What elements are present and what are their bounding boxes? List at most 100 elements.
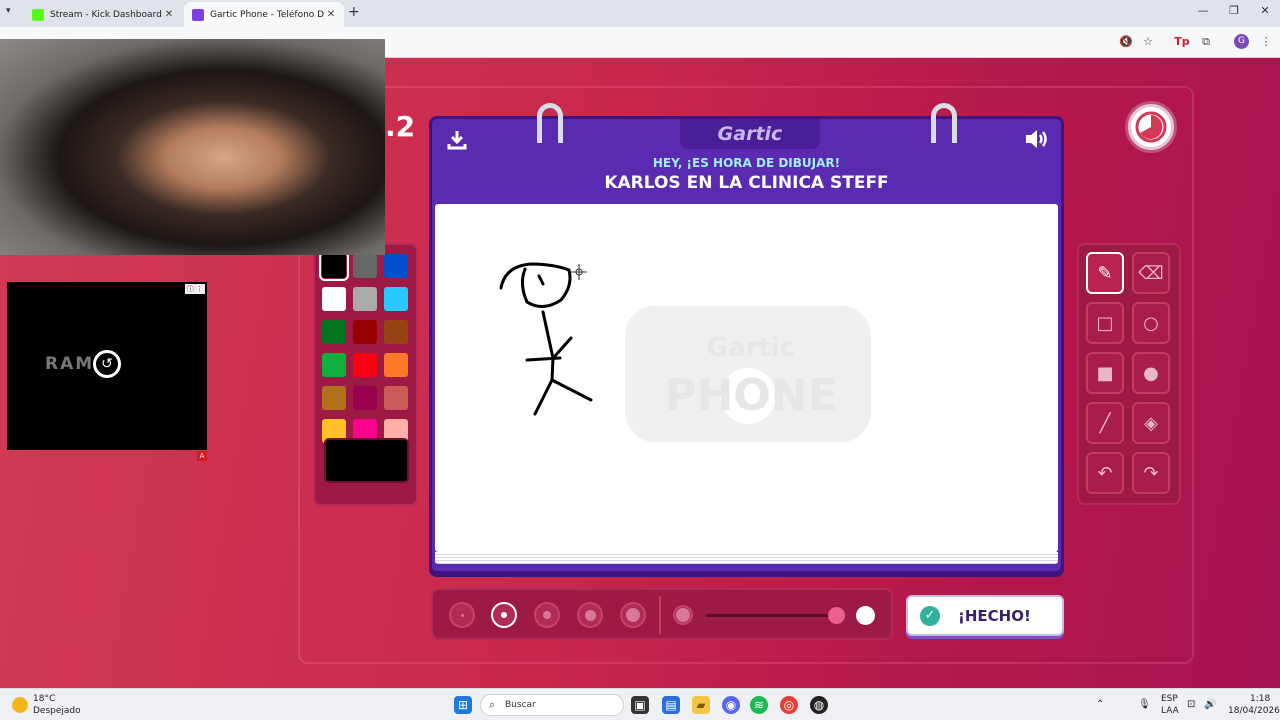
bookmark-star-icon[interactable]: ☆ [1140,35,1156,48]
pen-tool-icon[interactable]: ✎ [1086,252,1124,294]
color-swatch-gray[interactable] [353,287,377,311]
maximize-button[interactable]: ❐ [1219,4,1249,17]
opacity-low-icon [673,605,693,625]
minimize-button[interactable]: — [1188,4,1218,17]
replay-icon[interactable]: ↺ [93,350,121,378]
color-swatch-brown[interactable] [384,320,408,344]
current-color-preview[interactable] [324,438,409,483]
color-swatch-orange[interactable] [384,353,408,377]
drawing-canvas[interactable]: Gartic PHONE [435,204,1058,552]
line-tool-icon[interactable]: ╱ [1086,402,1124,444]
color-swatch-plum[interactable] [353,386,377,410]
drawing-notebook: Gartic HEY, ¡ES HORA DE DIBUJAR! KARLOS … [429,103,1064,574]
fill-bucket-tool-icon[interactable]: ◈ [1132,402,1170,444]
tab-search-icon[interactable]: ▾ [6,6,11,16]
notebook-pages [435,552,1058,564]
color-swatch-black[interactable] [319,251,349,281]
tab-kick-dashboard[interactable]: Stream - Kick Dashboard ✕ [24,2,182,27]
gartic-favicon-icon [192,8,204,21]
discord-icon[interactable]: ◉ [722,696,740,714]
color-swatch-cyan[interactable] [384,287,408,311]
windows-start-icon[interactable]: ⊞ [454,696,472,714]
eraser-tool-icon[interactable]: ⌫ [1132,252,1170,294]
ad-badge: A [197,451,207,461]
steam-icon[interactable]: ◍ [810,696,828,714]
color-swatch-salmon[interactable] [384,386,408,410]
tool-panel: ✎ ⌫ □ ○ ■ ● ╱ ◈ ↶ ↷ [1077,243,1181,505]
brush-size-1[interactable] [449,602,475,628]
chrome-icon[interactable]: ◎ [780,696,798,714]
color-swatch-red[interactable] [353,353,377,377]
gartic-logo: Gartic [680,119,820,149]
new-tab-button[interactable]: + [348,4,360,20]
advertisement-video[interactable]: RAM ↺ [7,282,207,450]
opacity-high-icon [856,606,875,625]
rectangle-outline-tool-icon[interactable]: □ [1086,302,1124,344]
color-palette [313,243,418,506]
webcam-overlay [0,39,385,255]
search-icon: ⌕ [489,698,496,711]
microphone-icon[interactable]: 🎙 [1138,699,1151,710]
opacity-slider-handle[interactable] [828,607,845,624]
brush-size-2[interactable] [491,602,517,628]
drawing-prompt: KARLOS EN LA CLINICA STEFF [604,173,889,193]
brush-size-4[interactable] [577,602,603,628]
mute-site-icon[interactable]: 🔇 [1118,35,1134,48]
color-swatch-blue[interactable] [384,254,408,278]
search-placeholder: Buscar [505,700,536,710]
download-icon[interactable] [446,129,468,156]
notebook-ring-left [537,103,563,143]
windows-taskbar: 18°C Despejado ⊞ ⌕ Buscar ▣ ▤ ▰ ◉ ≋ ◎ ◍ … [0,688,1280,720]
ellipse-fill-tool-icon[interactable]: ● [1132,352,1170,394]
language-code[interactable]: ESP [1161,694,1178,704]
redo-icon[interactable]: ↷ [1132,452,1170,494]
file-explorer-icon[interactable]: ▰ [692,696,710,714]
stick-figure-drawing [499,262,593,416]
task-view-icon[interactable]: ▣ [631,696,649,714]
weather-description: Despejado [33,706,81,716]
color-swatch-green[interactable] [322,353,346,377]
done-label: ¡HECHO! [958,606,1031,625]
round-number: .2 [385,110,416,143]
brush-size-3[interactable] [534,602,560,628]
tab-title: Stream - Kick Dashboard [50,9,162,20]
notebook-ring-right [931,103,957,143]
color-swatch-white[interactable] [322,287,346,311]
color-swatch-dark-gray[interactable] [353,254,377,278]
clock-date[interactable]: 18/04/2026 [1228,706,1280,716]
tab-gartic-phone[interactable]: Gartic Phone - Teléfono Descon ✕ [184,2,344,27]
undo-icon[interactable]: ↶ [1086,452,1124,494]
profile-avatar[interactable]: G [1234,34,1249,49]
brush-size-5[interactable] [620,602,646,628]
done-button[interactable]: ✓ ¡HECHO! [906,595,1064,636]
clock-time[interactable]: 1:18 [1250,694,1270,704]
network-icon[interactable]: ⊡ [1187,699,1195,710]
weather-sun-icon[interactable] [12,697,28,713]
timer-icon [1128,104,1174,150]
volume-icon[interactable]: 🔊 [1204,699,1216,710]
close-tab-icon[interactable]: ✕ [324,9,338,20]
sound-icon[interactable] [1024,127,1050,156]
tray-chevron-icon[interactable]: ⌃ [1096,699,1104,710]
check-icon: ✓ [920,605,940,626]
watermark-phone: PHONE [664,370,837,421]
browser-menu-icon[interactable]: ⋮ [1258,35,1274,48]
color-swatch-dark-red[interactable] [353,320,377,344]
opacity-slider[interactable] [706,614,836,617]
store-icon[interactable]: ▤ [662,696,680,714]
weather-temp: 18°C [33,694,56,704]
extensions-puzzle-icon[interactable]: ⧉ [1198,35,1214,49]
close-window-button[interactable]: ✕ [1250,4,1280,17]
color-swatch-ochre[interactable] [322,386,346,410]
taskbar-search[interactable]: ⌕ Buscar [480,694,624,716]
color-swatch-dark-green[interactable] [322,320,346,344]
close-tab-icon[interactable]: ✕ [162,9,176,20]
spotify-icon[interactable]: ≋ [750,696,768,714]
ad-info-icon[interactable]: ⓘ ⋮ [185,284,205,294]
keyboard-layout[interactable]: LAA [1161,706,1179,716]
ellipse-outline-tool-icon[interactable]: ○ [1132,302,1170,344]
rectangle-fill-tool-icon[interactable]: ■ [1086,352,1124,394]
tab-strip: ▾ Stream - Kick Dashboard ✕ Gartic Phone… [0,0,1280,27]
watermark-gartic: Gartic [707,333,795,363]
extension-icon[interactable]: Tp [1174,35,1190,48]
